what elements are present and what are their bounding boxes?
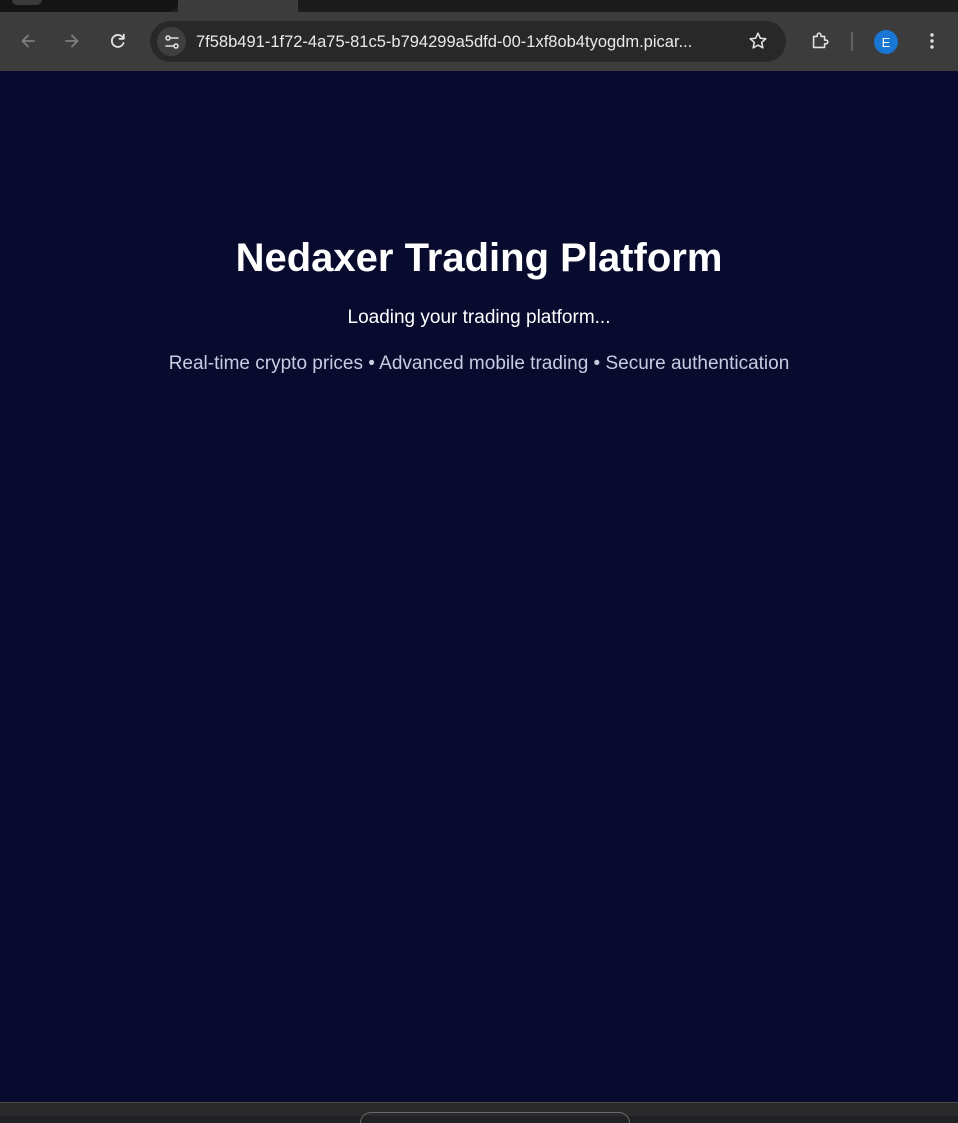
site-info-button[interactable]	[157, 27, 186, 56]
url-text[interactable]: 7f58b491-1f72-4a75-81c5-b794299a5dfd-00-…	[196, 32, 728, 52]
arrow-right-icon	[65, 34, 79, 48]
tab-inactive-left[interactable]	[0, 0, 178, 12]
profile-avatar[interactable]: E	[874, 30, 898, 54]
bookmark-button[interactable]	[746, 29, 770, 53]
browser-menu-button[interactable]	[917, 26, 947, 56]
tune-icon	[164, 34, 179, 49]
tab-favicon	[12, 0, 42, 5]
forward-button[interactable]	[57, 26, 87, 56]
back-button[interactable]	[13, 26, 43, 56]
reload-button[interactable]	[103, 26, 133, 56]
tab-inactive-right[interactable]	[298, 0, 958, 12]
page-title: Nedaxer Trading Platform	[235, 236, 723, 280]
loading-message: Loading your trading platform...	[347, 307, 611, 328]
features-tagline: Real-time crypto prices • Advanced mobil…	[168, 353, 790, 374]
star-icon	[749, 32, 767, 49]
bottom-pill	[360, 1112, 630, 1123]
page-content: Nedaxer Trading Platform Loading your tr…	[0, 71, 958, 1102]
browser-toolbar: 7f58b491-1f72-4a75-81c5-b794299a5dfd-00-…	[0, 12, 958, 71]
address-bar[interactable]: 7f58b491-1f72-4a75-81c5-b794299a5dfd-00-…	[150, 21, 786, 62]
tab-strip	[0, 0, 958, 12]
bottom-bar	[0, 1102, 958, 1123]
puzzle-icon	[812, 32, 829, 49]
arrow-left-icon	[21, 34, 35, 48]
reload-icon	[110, 33, 125, 48]
toolbar-divider	[851, 32, 853, 51]
tab-active[interactable]	[178, 0, 298, 12]
kebab-menu-icon	[930, 33, 934, 49]
extensions-button[interactable]	[805, 26, 835, 56]
